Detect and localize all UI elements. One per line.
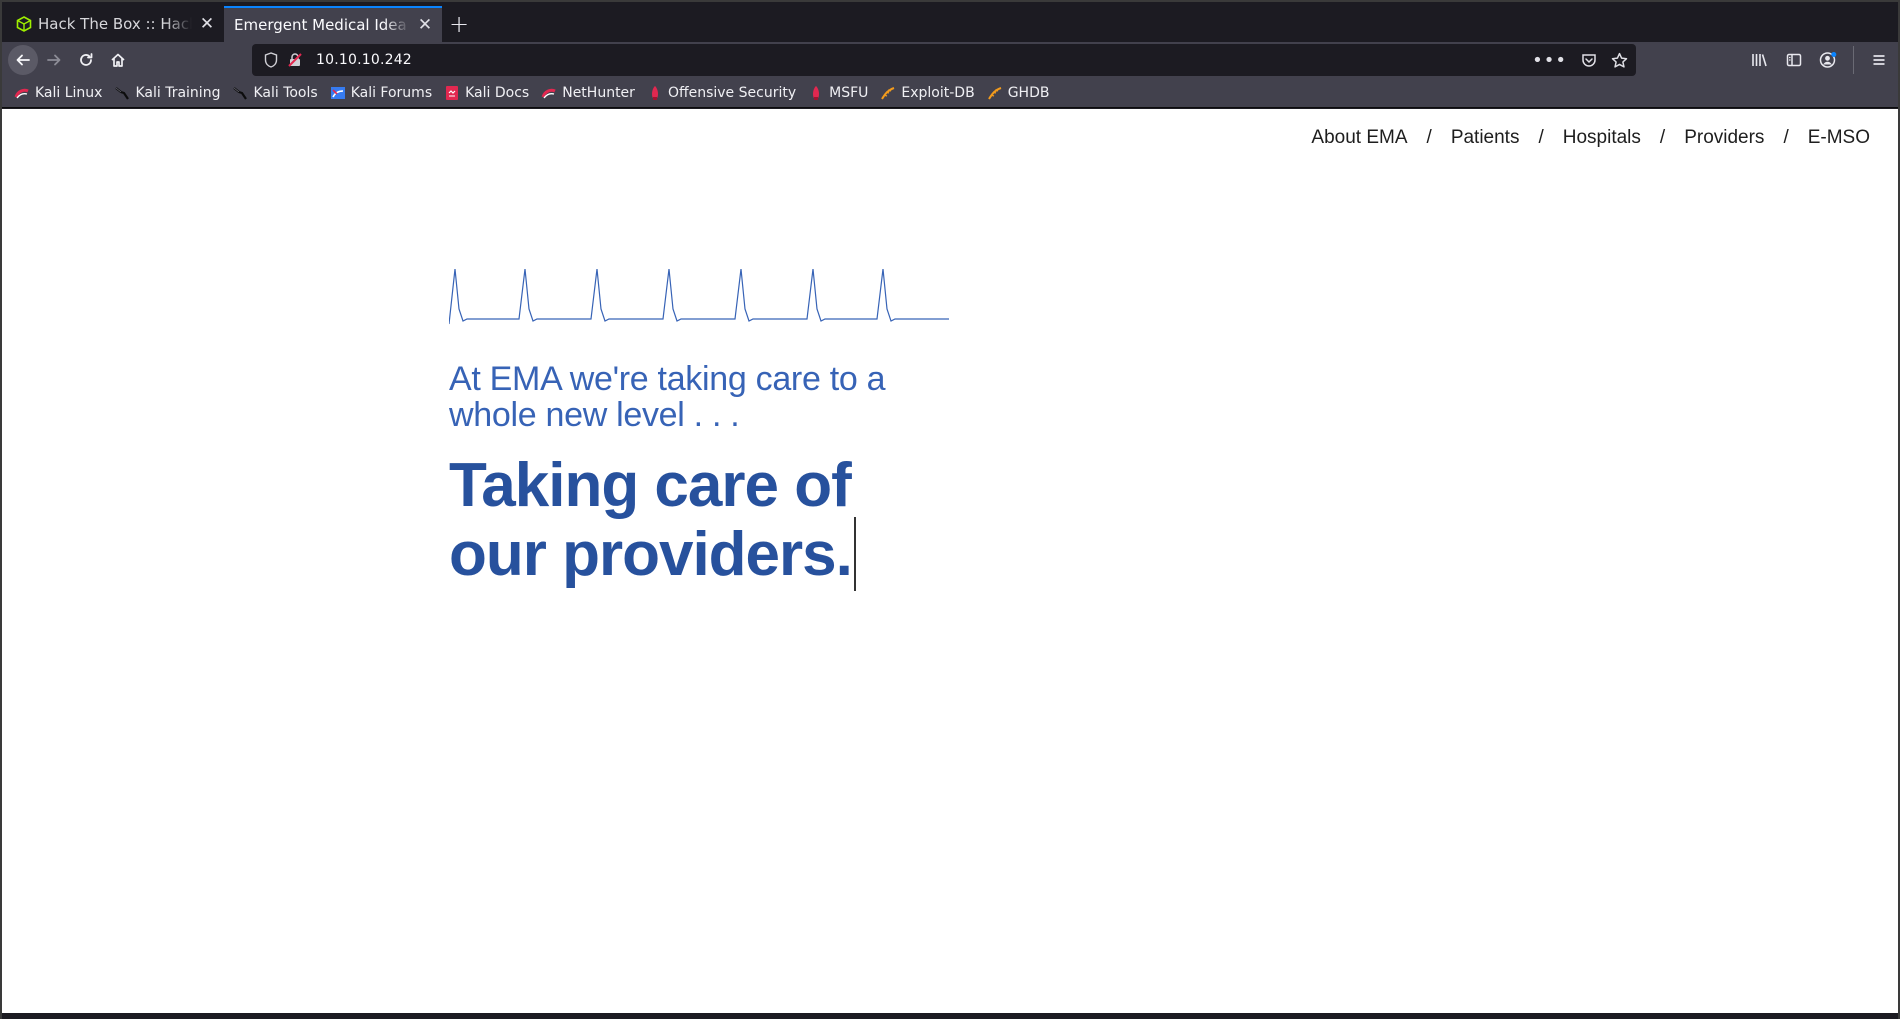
- bookmark-offensive-security[interactable]: Offensive Security: [647, 85, 796, 101]
- bookmark-nethunter[interactable]: NetHunter: [541, 85, 635, 101]
- bookmark-msfu[interactable]: MSFU: [808, 85, 868, 101]
- nav-link-e-mso[interactable]: E-MSO: [1808, 127, 1870, 149]
- library-icon: [1752, 54, 1767, 67]
- nav-separator: /: [1783, 127, 1789, 148]
- library-button[interactable]: [1747, 44, 1773, 76]
- tab-emergent-medical-idea[interactable]: Emergent Medical Idea ✕: [224, 6, 442, 42]
- bookmark-kali-training[interactable]: Kali Training: [114, 85, 220, 101]
- offsec-icon: [647, 85, 663, 101]
- home-button[interactable]: [102, 44, 134, 76]
- reload-button[interactable]: [70, 44, 102, 76]
- kali-docs-icon: [444, 85, 460, 101]
- bookmark-label: Kali Training: [135, 84, 221, 101]
- bookmark-ghdb[interactable]: GHDB: [987, 84, 1050, 101]
- exploitdb-icon: [880, 85, 896, 101]
- window-bottom-border: [2, 1013, 1898, 1019]
- bookmark-label: Offensive Security: [667, 84, 797, 101]
- tab-title: Emergent Medical Idea: [234, 16, 410, 34]
- reload-icon: [80, 53, 93, 66]
- kali-dragon-icon: [232, 85, 248, 101]
- url-text[interactable]: 10.10.10.242: [316, 52, 412, 68]
- menu-button[interactable]: [1866, 44, 1892, 76]
- page-actions-icon[interactable]: •••: [1532, 50, 1567, 71]
- tab-title: Hack The Box :: Hack The Box: [38, 15, 192, 33]
- close-tab-icon[interactable]: ✕: [198, 14, 216, 34]
- hero-section: At EMA we're taking care to a whole new …: [449, 269, 969, 591]
- bookmark-kali-docs[interactable]: Kali Docs: [444, 85, 529, 101]
- forward-button[interactable]: [38, 44, 70, 76]
- exploitdb-icon: [987, 85, 1003, 101]
- bookmark-label: MSFU: [829, 84, 869, 101]
- account-button[interactable]: [1815, 44, 1841, 76]
- nethunter-icon: [541, 85, 557, 101]
- nav-separator: /: [1538, 127, 1544, 148]
- bookmark-kali-forums[interactable]: Kali Forums: [330, 85, 432, 101]
- bookmark-kali-tools[interactable]: Kali Tools: [232, 84, 318, 101]
- browser-window: Hack The Box :: Hack The Box ✕ Emergent …: [0, 0, 1900, 1019]
- kali-dragon-icon: [114, 85, 130, 101]
- offsec-icon: [808, 85, 824, 101]
- arrow-left-icon: [16, 54, 30, 66]
- home-icon: [111, 53, 125, 67]
- bookmarks-toolbar: Kali Linux Kali Training Kali Tools Kali…: [2, 78, 1898, 108]
- hero-headline-text: Taking care of our providers.: [449, 451, 853, 589]
- pocket-icon[interactable]: [1581, 52, 1597, 68]
- bookmark-kali-linux[interactable]: Kali Linux: [14, 85, 102, 101]
- nav-link-about-ema[interactable]: About EMA: [1311, 127, 1407, 149]
- bookmark-label: Kali Forums: [350, 84, 433, 101]
- nav-link-providers[interactable]: Providers: [1684, 127, 1764, 149]
- close-tab-icon[interactable]: ✕: [416, 15, 434, 35]
- bookmark-label: Exploit-DB: [901, 84, 975, 101]
- tab-hackthebox[interactable]: Hack The Box :: Hack The Box ✕: [6, 6, 224, 42]
- bookmark-exploit-db[interactable]: Exploit-DB: [880, 84, 975, 101]
- bookmark-label: Kali Tools: [253, 84, 318, 101]
- hero-headline: Taking care of our providers.: [449, 455, 919, 591]
- bookmark-star-icon[interactable]: [1611, 52, 1628, 69]
- nav-separator: /: [1426, 127, 1432, 148]
- bookmark-label: Kali Linux: [35, 84, 103, 101]
- kali-linux-icon: [14, 85, 30, 101]
- url-bar-actions: •••: [1532, 44, 1628, 76]
- tracking-shield-icon[interactable]: [262, 51, 280, 69]
- bookmark-label: NetHunter: [562, 84, 635, 101]
- hackthebox-cube-icon: [16, 16, 32, 32]
- arrow-right-icon: [47, 54, 61, 66]
- toolbar-divider: [1853, 46, 1854, 74]
- kali-forums-icon: [330, 85, 346, 101]
- navigation-toolbar: 10.10.10.242 •••: [2, 42, 1898, 78]
- hero-tagline: At EMA we're taking care to a whole new …: [449, 360, 886, 434]
- heartbeat-line-icon: [449, 269, 949, 325]
- account-icon: [1819, 52, 1837, 68]
- page-content: About EMA / Patients / Hospitals / Provi…: [2, 109, 1898, 1013]
- hamburger-menu-icon: [1873, 55, 1885, 65]
- sidebar-icon: [1786, 53, 1802, 67]
- bookmark-label: GHDB: [1007, 84, 1050, 101]
- nav-link-hospitals[interactable]: Hospitals: [1563, 127, 1641, 149]
- insecure-lock-icon[interactable]: [286, 51, 304, 69]
- sidebar-button[interactable]: [1781, 44, 1807, 76]
- back-button[interactable]: [8, 45, 38, 75]
- nav-separator: /: [1659, 127, 1666, 148]
- toolbar-right: [1747, 44, 1892, 76]
- bookmark-label: Kali Docs: [465, 84, 530, 101]
- new-tab-button[interactable]: +: [442, 6, 476, 42]
- tab-strip: Hack The Box :: Hack The Box ✕ Emergent …: [2, 2, 1898, 42]
- site-navigation: About EMA / Patients / Hospitals / Provi…: [1311, 127, 1870, 149]
- nav-link-patients[interactable]: Patients: [1451, 127, 1520, 149]
- typing-cursor: [853, 517, 856, 591]
- url-bar[interactable]: 10.10.10.242 •••: [252, 44, 1636, 76]
